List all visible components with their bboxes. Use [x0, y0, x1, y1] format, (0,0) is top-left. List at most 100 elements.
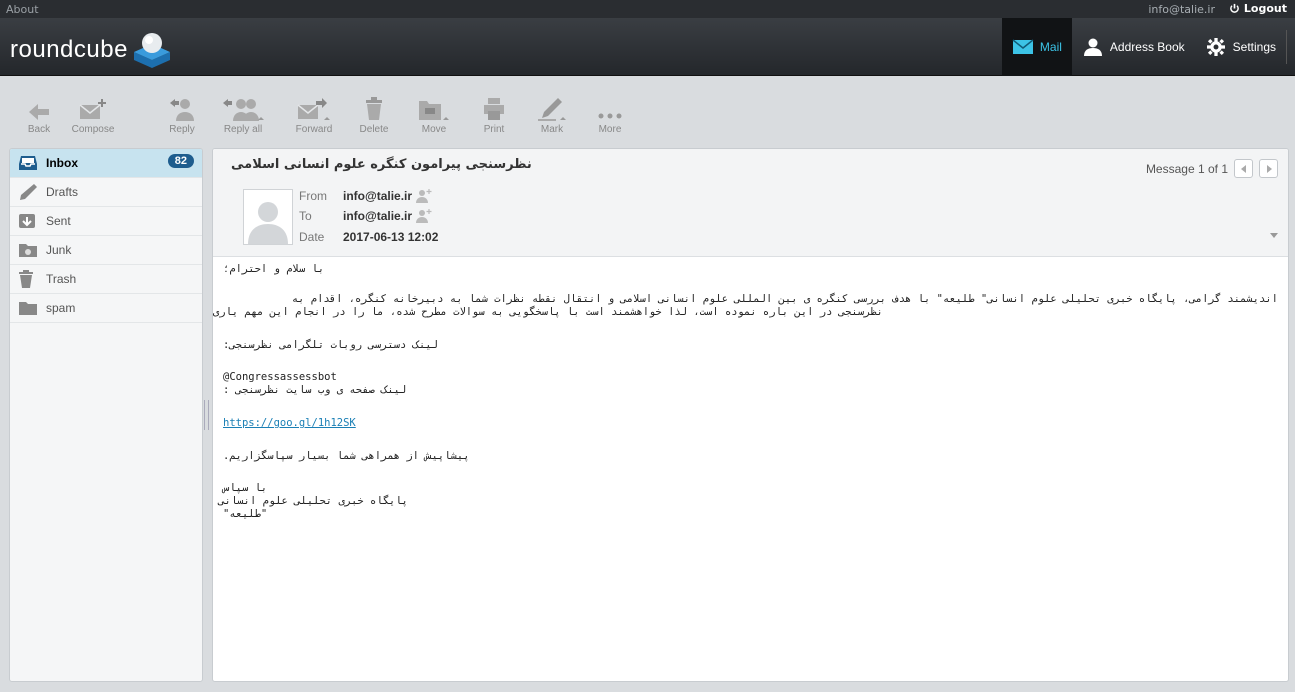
body-bot-handle: @Congressassessbot: [223, 371, 337, 383]
mail-icon: [1012, 39, 1034, 54]
toolbar: Back Compose Reply Reply all Forward Del…: [0, 77, 1295, 147]
delete-label: Delete: [359, 124, 389, 135]
message-pane: نظرسنجی پیرامون کنگره علوم انسانی اسلامی…: [212, 148, 1289, 682]
more-button[interactable]: More: [592, 95, 628, 135]
folder-label: Junk: [46, 243, 72, 257]
logo-text: roundcube: [10, 36, 128, 63]
sent-icon: [19, 214, 35, 228]
nav-mail[interactable]: Mail: [1001, 18, 1072, 76]
body-site-label: لینک صفحه ی وب سایت نظرسنجی :: [223, 384, 407, 396]
compose-button[interactable]: Compose: [60, 95, 126, 135]
trash-icon: [19, 270, 33, 288]
forward-label: Forward: [295, 124, 333, 135]
to-label: To: [299, 209, 312, 223]
about-link[interactable]: About: [6, 3, 39, 16]
folder-icon: [19, 302, 37, 315]
reply-all-label: Reply all: [223, 124, 263, 135]
pane-resizer[interactable]: [204, 400, 209, 430]
previous-message-button[interactable]: [1234, 159, 1253, 178]
reply-icon: [170, 99, 194, 121]
body-survey-link[interactable]: https://goo.gl/1h12SK: [223, 417, 356, 430]
top-navigation: Mail Address Book Settings: [1001, 18, 1287, 76]
roundcube-logo-icon: [133, 33, 170, 68]
gear-icon: [1206, 38, 1225, 56]
folder-label: Trash: [46, 272, 77, 286]
print-label: Print: [483, 124, 505, 135]
expand-headers-icon[interactable]: [1270, 233, 1278, 239]
logout-button[interactable]: Logout: [1229, 2, 1287, 15]
trash-icon: [366, 97, 382, 120]
print-button[interactable]: Print: [476, 95, 512, 135]
junk-icon: [19, 244, 37, 257]
reply-all-button[interactable]: Reply all: [214, 95, 272, 135]
top-bar: About info@talie.ir Logout: [0, 0, 1295, 18]
nav-address-book[interactable]: Address Book: [1072, 18, 1195, 76]
nav-settings[interactable]: Settings: [1195, 18, 1286, 76]
more-dots-icon: [598, 113, 622, 119]
date-value: 2017-06-13 12:02: [343, 230, 439, 244]
logout-label: Logout: [1243, 2, 1287, 15]
forward-button[interactable]: Forward: [290, 95, 338, 135]
forward-icon: [297, 98, 330, 120]
logo[interactable]: roundcube: [10, 30, 174, 70]
date-label: Date: [299, 230, 325, 244]
body-greeting: با سلام و احترام؛: [223, 263, 325, 275]
body-signature-line: با سپاس: [223, 482, 268, 494]
reply-label: Reply: [169, 124, 195, 135]
folder-label: spam: [46, 301, 76, 315]
nav-mail-label: Mail: [1039, 40, 1062, 54]
next-message-button[interactable]: [1259, 159, 1278, 178]
message-counter: Message 1 of 1: [1146, 159, 1278, 178]
message-counter-label: Message 1 of 1: [1145, 161, 1228, 176]
message-header: نظرسنجی پیرامون کنگره علوم انسانی اسلامی…: [213, 149, 1288, 257]
nav-settings-label: Settings: [1232, 40, 1276, 54]
folder-spam[interactable]: spam: [10, 294, 202, 323]
reply-button[interactable]: Reply: [160, 95, 204, 135]
power-icon: [1230, 3, 1239, 13]
from-row: From info@talie.ir: [299, 189, 432, 203]
sender-avatar: [243, 189, 293, 245]
body-paragraph-line: اندیشمند گرامی، پایگاه خبری تحلیلی علوم …: [291, 293, 1278, 305]
more-label: More: [598, 124, 622, 135]
marker-icon: [538, 98, 566, 121]
chevron-left-icon: [1240, 164, 1246, 173]
folder-inbox[interactable]: Inbox 82: [10, 149, 202, 178]
current-user: info@talie.ir: [1148, 3, 1215, 16]
body-signature-line: پایگاه خبری تحلیلی علوم انسانی: [218, 495, 408, 507]
body-bot-label: لینک دسترسی روبات تلگرامی نظرسنجی:: [223, 339, 438, 351]
folder-sent[interactable]: Sent: [10, 207, 202, 236]
reply-all-icon: [223, 99, 264, 121]
message-subject: نظرسنجی پیرامون کنگره علوم انسانی اسلامی: [231, 157, 532, 172]
mark-button[interactable]: Mark: [534, 95, 570, 135]
mark-label: Mark: [540, 124, 564, 135]
add-contact-icon[interactable]: [416, 189, 432, 203]
person-placeholder-icon: [248, 202, 288, 244]
move-button[interactable]: Move: [412, 95, 456, 135]
body-signature-line: "طلیعه": [223, 508, 268, 520]
compose-icon: [79, 99, 106, 119]
folder-label: Inbox: [46, 156, 78, 170]
folder-junk[interactable]: Junk: [10, 236, 202, 265]
pencil-icon: [20, 184, 37, 200]
folder-drafts[interactable]: Drafts: [10, 178, 202, 207]
body-thanks: پیشاپیش از همراهی شما بسیار سپاسگزاریم.: [223, 450, 470, 462]
delete-button[interactable]: Delete: [354, 95, 394, 135]
printer-icon: [484, 98, 504, 120]
folder-trash[interactable]: Trash: [10, 265, 202, 294]
nav-address-book-label: Address Book: [1109, 40, 1185, 54]
back-button[interactable]: Back: [22, 95, 56, 135]
move-label: Move: [421, 124, 447, 135]
from-address[interactable]: info@talie.ir: [343, 189, 412, 203]
add-contact-icon[interactable]: [416, 209, 432, 223]
back-arrow-icon: [29, 104, 49, 120]
chevron-right-icon: [1266, 164, 1272, 173]
date-row: Date 2017-06-13 12:02: [299, 230, 438, 244]
to-row: To info@talie.ir: [299, 209, 432, 223]
body-paragraph-line: نظرسنجی در این باره نموده است، لذا خواهش…: [212, 306, 883, 318]
move-folder-icon: [419, 101, 449, 120]
unread-count-badge: 82: [167, 154, 194, 168]
inbox-icon: [19, 156, 37, 170]
nav-divider: [1286, 30, 1287, 64]
to-address[interactable]: info@talie.ir: [343, 209, 412, 223]
from-label: From: [299, 189, 327, 203]
